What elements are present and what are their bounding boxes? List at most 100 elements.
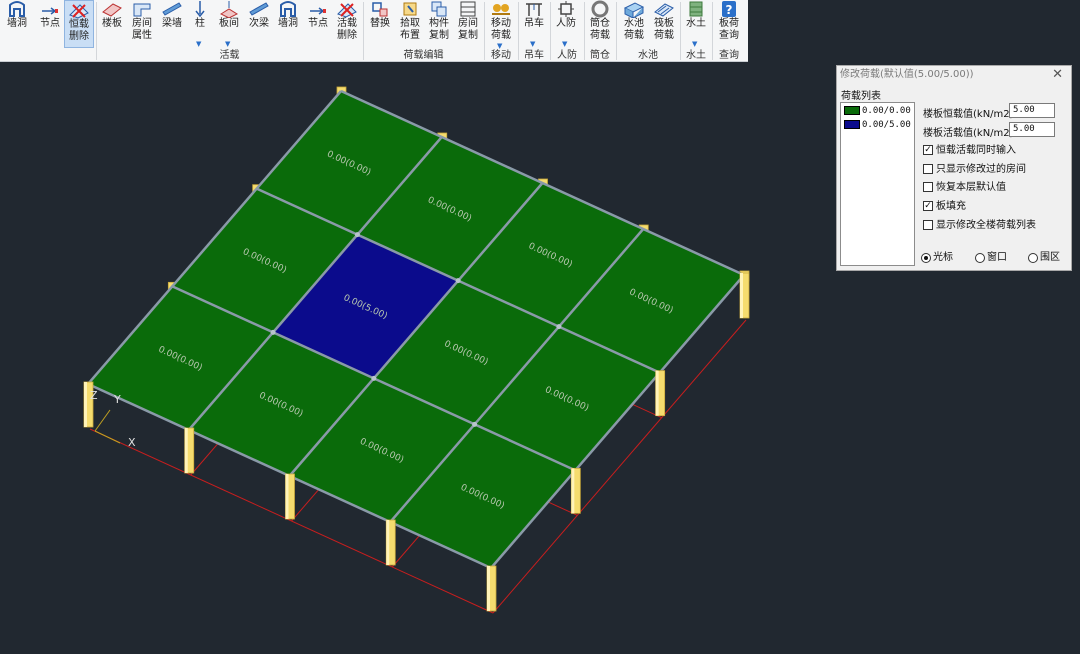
wall-hole-icon <box>0 0 34 18</box>
room-attr-button[interactable]: 房间 属性 <box>127 0 157 48</box>
checkbox[interactable] <box>923 182 933 192</box>
option-restore-defaults[interactable]: 恢复本层默认值 <box>923 181 1006 194</box>
help-icon: ? <box>714 0 744 18</box>
beam-node <box>371 375 377 381</box>
group-label-query: 查询 <box>719 50 739 61</box>
load-list[interactable]: 0.00/0.00 0.00/5.00 <box>840 102 915 266</box>
radio-label: 光标 <box>933 252 953 263</box>
room-copy-button[interactable]: 房间 复制 <box>454 0 482 48</box>
group-label-crane: 吊车 <box>524 50 544 61</box>
column <box>285 473 295 520</box>
radio-fence[interactable]: 围区 <box>1028 251 1060 264</box>
silo-icon <box>586 0 614 18</box>
node-icon <box>36 0 64 18</box>
group-label-load-edit: 荷载编辑 <box>403 50 444 61</box>
radio-label: 窗口 <box>987 252 1007 263</box>
water-soil-icon <box>682 0 710 18</box>
slab-span-icon <box>214 0 244 18</box>
color-swatch <box>844 106 860 115</box>
replace-button[interactable]: 替换 <box>366 0 394 48</box>
pick-icon <box>396 0 424 18</box>
beam-node <box>354 232 360 238</box>
secondary-beam-button[interactable]: 次梁 <box>246 0 272 48</box>
column-highlight <box>84 382 87 427</box>
dead-load-label: 楼板恒载值(kN/m2) <box>923 109 1014 120</box>
beam-icon <box>158 0 186 18</box>
radio-button[interactable] <box>921 253 931 263</box>
close-icon[interactable]: ✕ <box>1052 67 1063 83</box>
slab-icon <box>98 0 126 18</box>
column-highlight <box>386 520 390 565</box>
silo-load-button[interactable]: 筒仓 荷载 <box>586 0 614 48</box>
option-label: 恒载活载同时输入 <box>936 145 1016 156</box>
live-load-label: 楼板活载值(kN/m2) <box>923 128 1014 139</box>
option-slab-fill[interactable]: ✓ 板填充 <box>923 200 966 213</box>
group-label-move: 移动 <box>491 50 511 61</box>
slab-load-query-button[interactable]: ? 板荷 查询 <box>714 0 744 48</box>
column-highlight <box>571 468 575 514</box>
raft-icon <box>650 0 678 18</box>
wall-hole-icon <box>274 0 302 18</box>
copy-icon <box>425 0 453 18</box>
option-simultaneous-input[interactable]: ✓ 恒载活载同时输入 <box>923 144 1016 157</box>
load-list-item-label: 0.00/0.00 <box>862 106 911 116</box>
secondary-beam-icon <box>246 0 272 18</box>
node-2-button[interactable]: 节点 <box>304 0 332 48</box>
crane-icon <box>520 0 548 18</box>
radio-cursor[interactable]: 光标 <box>921 251 953 264</box>
beam-wall-button[interactable]: 梁墙 <box>158 0 186 48</box>
room-attr-icon <box>127 0 157 18</box>
load-list-item-label: 0.00/5.00 <box>862 120 911 130</box>
group-label-silo: 筒仓 <box>590 50 610 61</box>
load-list-label: 荷载列表 <box>841 91 881 102</box>
axis-y-label: Y <box>113 393 121 406</box>
node-button[interactable]: 节点 <box>36 0 64 48</box>
crane-button[interactable]: 吊车 ▼ <box>520 0 548 48</box>
column-icon <box>188 0 212 18</box>
load-list-item[interactable]: 0.00/5.00 <box>841 119 914 131</box>
column <box>570 467 581 514</box>
live-load-input[interactable]: 5.00 <box>1009 122 1055 137</box>
checkbox[interactable]: ✓ <box>923 145 933 155</box>
column <box>655 370 666 417</box>
checkbox[interactable]: ✓ <box>923 201 933 211</box>
column <box>385 519 396 566</box>
option-show-full-load-list[interactable]: 显示修改全楼荷载列表 <box>923 219 1036 232</box>
live-load-delete-button[interactable]: 活载 删除 <box>333 0 361 48</box>
column-highlight <box>740 273 743 318</box>
bottom-slab-load-button[interactable]: 筏板 荷载 <box>650 0 678 48</box>
radio-button[interactable] <box>1028 253 1038 263</box>
slab-button[interactable]: 楼板 <box>98 0 126 48</box>
option-label: 板填充 <box>936 201 966 212</box>
wall-hole-button[interactable]: 墙洞 <box>0 0 34 48</box>
axis-x-label: X <box>128 436 136 449</box>
move-load-icon <box>486 0 516 18</box>
radio-button[interactable] <box>975 253 985 263</box>
wall-hole-2-button[interactable]: 墙洞 <box>274 0 302 48</box>
move-load-button[interactable]: 移动 荷载 ▼ <box>486 0 516 50</box>
column-highlight <box>285 474 289 519</box>
option-show-modified-rooms[interactable]: 只显示修改过的房间 <box>923 163 1026 176</box>
checkbox[interactable] <box>923 164 933 174</box>
ribbon-empty-area <box>748 0 1080 62</box>
pool-load-button[interactable]: 水池 荷载 <box>620 0 648 48</box>
column <box>739 272 750 319</box>
option-label: 恢复本层默认值 <box>936 182 1006 193</box>
load-list-item[interactable]: 0.00/0.00 <box>841 105 914 117</box>
radio-window[interactable]: 窗口 <box>975 251 1007 264</box>
civil-defense-button[interactable]: 人防 ▼ <box>552 0 580 48</box>
color-swatch <box>844 120 860 129</box>
member-copy-button[interactable]: 构件 复制 <box>425 0 453 48</box>
dead-load-input[interactable]: 5.00 <box>1009 103 1055 118</box>
group-label-pool: 水池 <box>638 50 658 61</box>
modify-load-dialog: 修改荷载(默认值(5.00/5.00)) ✕ 荷载列表 0.00/0.00 0.… <box>836 65 1072 271</box>
column-button[interactable]: 柱 ▼ <box>188 0 212 48</box>
water-soil-button[interactable]: 水土 ▼ <box>682 0 710 48</box>
pool-icon <box>620 0 648 18</box>
pick-layout-button[interactable]: 拾取 布置 <box>396 0 424 48</box>
column-highlight <box>487 566 490 611</box>
slab-span-button[interactable]: 板间 ▼ <box>214 0 244 48</box>
dead-load-delete-button[interactable]: 恒载 删除 <box>64 0 94 48</box>
beam-node <box>455 278 461 284</box>
checkbox[interactable] <box>923 220 933 230</box>
